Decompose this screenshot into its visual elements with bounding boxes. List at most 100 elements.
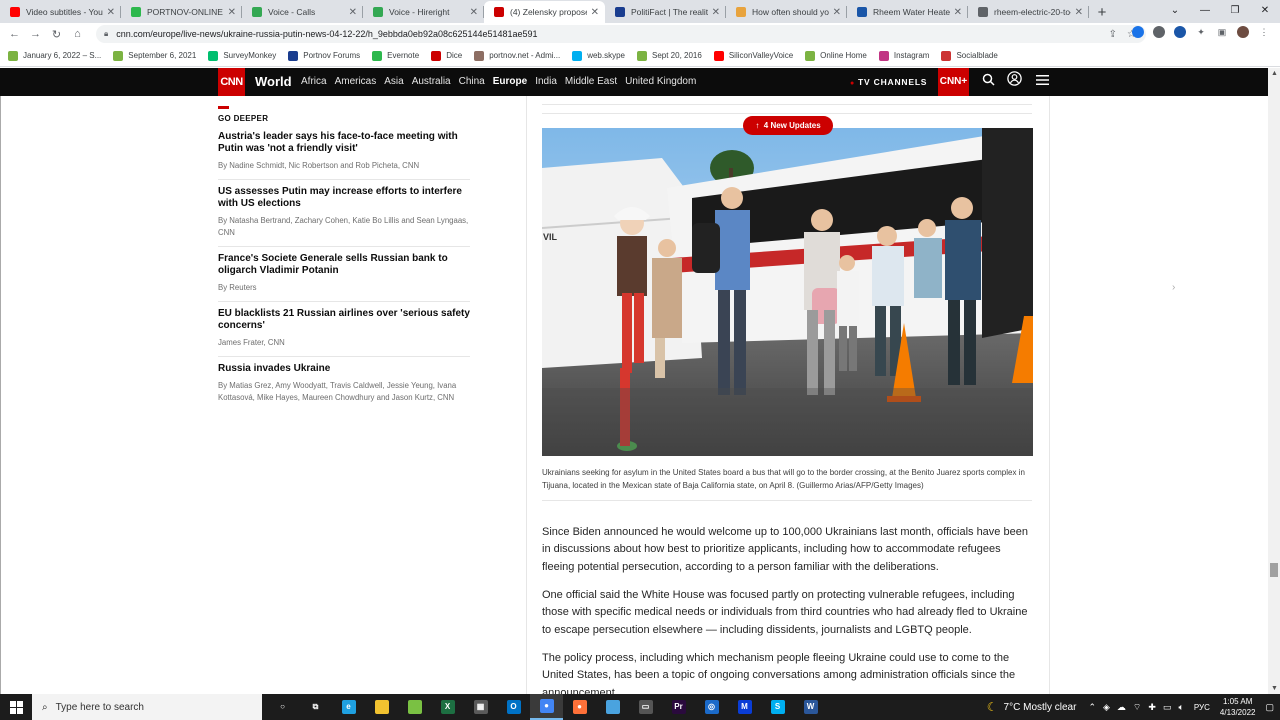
- minimize-icon[interactable]: —: [1190, 0, 1220, 22]
- network-icon[interactable]: ◈: [1103, 702, 1110, 713]
- home-icon[interactable]: ⌂: [67, 28, 88, 40]
- sidepanel-icon[interactable]: ▣: [1216, 26, 1228, 38]
- tab-close-icon[interactable]: ✕: [228, 7, 236, 18]
- chevron-up-icon[interactable]: ⌃: [1088, 702, 1096, 713]
- nav-link[interactable]: Asia: [384, 68, 403, 96]
- taskbar-search[interactable]: ⌕ Type here to search: [32, 694, 262, 720]
- clock[interactable]: 1:05 AM 4/13/2022: [1220, 696, 1256, 718]
- scrollbar-thumb[interactable]: [1270, 563, 1278, 577]
- browser-tab[interactable]: Rheem Water Heater ✕: [847, 1, 968, 23]
- nav-link[interactable]: China: [459, 68, 485, 96]
- search-icon[interactable]: [982, 68, 995, 96]
- tab-close-icon[interactable]: ✕: [1075, 7, 1083, 18]
- notifications-icon[interactable]: ▢: [1265, 702, 1274, 713]
- taskbar-app-calculator[interactable]: ▦: [464, 694, 497, 720]
- go-deeper-headline[interactable]: Russia invades Ukraine: [218, 363, 470, 375]
- taskbar-app-skype[interactable]: S: [761, 694, 794, 720]
- bookmark-item[interactable]: Evernote: [372, 50, 419, 61]
- new-updates-button[interactable]: ↑ 4 New Updates: [743, 116, 833, 135]
- browser-tab[interactable]: How often should you ✕: [726, 1, 847, 23]
- page-scrollbar[interactable]: ▲ ▼: [1268, 68, 1280, 694]
- chevron-right-icon[interactable]: ›: [1172, 282, 1175, 293]
- share-icon[interactable]: ⇪: [1109, 29, 1117, 40]
- tab-close-icon[interactable]: ✕: [470, 7, 478, 18]
- nav-link[interactable]: Americas: [335, 68, 377, 96]
- taskbar-app-premiere[interactable]: Pr: [662, 694, 695, 720]
- bookmark-item[interactable]: Portnov Forums: [288, 50, 360, 61]
- cnn-logo[interactable]: CNN: [218, 68, 245, 96]
- tab-close-icon[interactable]: ✕: [349, 7, 357, 18]
- browser-tab[interactable]: PolitiFact | The realities ✕: [605, 1, 726, 23]
- taskbar-app-cortana[interactable]: ○: [266, 694, 299, 720]
- cnn-plus-button[interactable]: CNN+: [938, 68, 969, 96]
- wifi-icon[interactable]: ⌔: [1133, 702, 1141, 713]
- bookmark-item[interactable]: SurveyMonkey: [208, 50, 276, 61]
- tab-close-icon[interactable]: ✕: [712, 7, 720, 18]
- taskbar-app-remote-desktop[interactable]: ▭: [629, 694, 662, 720]
- browser-tab[interactable]: PORTNOV-ONLINE UPW ✕: [121, 1, 242, 23]
- extension-icon[interactable]: [1153, 26, 1165, 38]
- back-icon[interactable]: ←: [4, 28, 25, 40]
- windows-start-icon[interactable]: [10, 701, 23, 714]
- bookmark-item[interactable]: Sept 20, 2016: [637, 50, 702, 61]
- nav-link[interactable]: Africa: [301, 68, 327, 96]
- bookmark-item[interactable]: Online Home: [805, 50, 867, 61]
- cloud-icon[interactable]: ☁: [1117, 702, 1126, 713]
- go-deeper-headline[interactable]: EU blacklists 21 Russian airlines over '…: [218, 308, 470, 332]
- go-deeper-headline[interactable]: Austria's leader says his face-to-face m…: [218, 131, 470, 155]
- taskbar-app-word[interactable]: W: [794, 694, 827, 720]
- taskbar-app-notepad[interactable]: [596, 694, 629, 720]
- restore-icon[interactable]: ❐: [1220, 0, 1250, 22]
- taskbar-app-task-view[interactable]: ⧉: [299, 694, 332, 720]
- nav-link[interactable]: India: [535, 68, 557, 96]
- hamburger-menu-icon[interactable]: [1036, 68, 1049, 96]
- tab-search-icon[interactable]: ⌄: [1160, 0, 1190, 22]
- puzzle-icon[interactable]: ✦: [1195, 26, 1207, 38]
- new-tab-icon[interactable]: +: [1089, 1, 1115, 23]
- tv-channels-link[interactable]: ● TV CHANNELS: [850, 68, 927, 98]
- weather-widget[interactable]: ☾ 7°C Mostly clear: [987, 700, 1077, 714]
- taskbar-app-outlook[interactable]: O: [497, 694, 530, 720]
- browser-tab[interactable]: Video subtitles - YouTube ✕: [0, 1, 121, 23]
- taskbar-app-firefox[interactable]: ●: [563, 694, 596, 720]
- extension-icon[interactable]: [1174, 26, 1186, 38]
- extension-icon[interactable]: [1132, 26, 1144, 38]
- nav-link[interactable]: Middle East: [565, 68, 617, 96]
- browser-tab[interactable]: (4) Zelensky proposes ✕: [484, 1, 605, 23]
- nav-link[interactable]: United Kingdom: [625, 68, 696, 96]
- app-tray-icon[interactable]: ✚: [1148, 702, 1156, 713]
- avatar[interactable]: [1237, 26, 1249, 38]
- nav-link[interactable]: Europe: [493, 68, 527, 96]
- bookmark-item[interactable]: Socialblade: [941, 50, 998, 61]
- tab-close-icon[interactable]: ✕: [107, 7, 115, 18]
- taskbar-app-media[interactable]: ◎: [695, 694, 728, 720]
- input-language[interactable]: РУС: [1194, 703, 1210, 712]
- tab-close-icon[interactable]: ✕: [591, 7, 599, 18]
- go-deeper-headline[interactable]: US assesses Putin may increase efforts t…: [218, 186, 470, 210]
- section-title[interactable]: World: [255, 68, 292, 96]
- close-window-icon[interactable]: ✕: [1250, 0, 1280, 22]
- account-icon[interactable]: [1007, 68, 1022, 96]
- volume-icon[interactable]: 🔈︎: [1178, 702, 1183, 713]
- lock-icon[interactable]: 🔒︎: [104, 29, 108, 39]
- taskbar-app-edge[interactable]: e: [332, 694, 365, 720]
- taskbar-app-chrome[interactable]: ●: [530, 694, 563, 720]
- taskbar-app-excel[interactable]: X: [431, 694, 464, 720]
- bookmark-item[interactable]: portnov.net - Admi...: [474, 50, 560, 61]
- bookmark-item[interactable]: September 6, 2021: [113, 50, 196, 61]
- bookmark-item[interactable]: Dice: [431, 50, 462, 61]
- scroll-up-icon[interactable]: ▲: [1271, 70, 1278, 77]
- bookmark-item[interactable]: SiliconValleyVoice: [713, 50, 793, 61]
- taskbar-app-file-explorer[interactable]: [365, 694, 398, 720]
- reload-icon[interactable]: ↻: [46, 28, 67, 41]
- browser-tab[interactable]: Voice - Calls ✕: [242, 1, 363, 23]
- kebab-menu-icon[interactable]: ⋮: [1258, 26, 1270, 38]
- tab-close-icon[interactable]: ✕: [954, 7, 962, 18]
- browser-tab[interactable]: Voice - Hireright ✕: [363, 1, 484, 23]
- nav-link[interactable]: Australia: [412, 68, 451, 96]
- go-deeper-headline[interactable]: France's Societe Generale sells Russian …: [218, 253, 470, 277]
- forward-icon[interactable]: →: [25, 28, 46, 40]
- bookmark-item[interactable]: Instagram: [878, 50, 929, 61]
- bookmark-item[interactable]: January 6, 2022 – S...: [8, 50, 101, 61]
- address-bar[interactable]: 🔒︎ cnn.com/europe/live-news/ukraine-russ…: [96, 25, 1146, 43]
